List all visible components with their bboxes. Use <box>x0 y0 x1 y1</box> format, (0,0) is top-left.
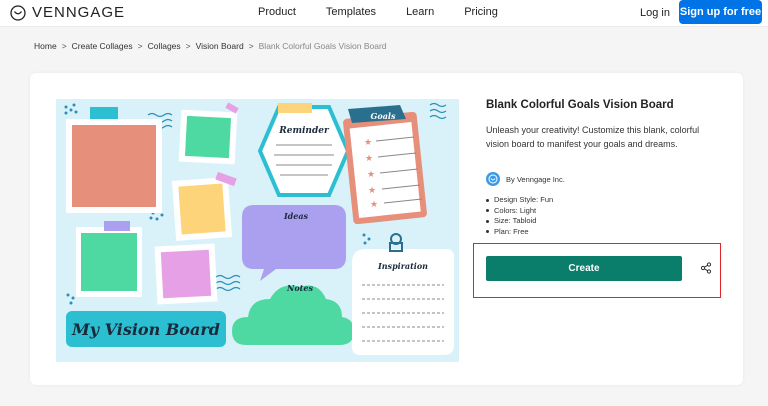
nav-product[interactable]: Product <box>258 6 296 18</box>
svg-text:★: ★ <box>370 199 378 209</box>
ideas-label: Ideas <box>283 211 309 221</box>
logo-text: VENNGAGE <box>32 4 126 21</box>
spec-plan: Plan: Free <box>486 227 553 238</box>
spec-colors: Colors: Light <box>486 206 553 217</box>
breadcrumb-home[interactable]: Home <box>34 41 57 51</box>
inspiration-label: Inspiration <box>377 261 428 271</box>
template-title: Blank Colorful Goals Vision Board <box>486 99 674 111</box>
template-specs: Design Style: Fun Colors: Light Size: Ta… <box>486 195 553 237</box>
author-avatar-icon <box>486 172 500 186</box>
breadcrumb-vision-board[interactable]: Vision Board <box>196 41 244 51</box>
vision-board-illustration: My Vision Board Reminder Goals ★ ★ ★ ★ ★ Ide… <box>56 99 459 362</box>
svg-text:★: ★ <box>365 153 373 163</box>
svg-text:★: ★ <box>368 185 376 195</box>
template-preview[interactable]: My Vision Board Reminder Goals ★ ★ ★ ★ ★ Ide… <box>56 99 459 362</box>
breadcrumb-collages[interactable]: Collages <box>148 41 181 51</box>
signup-button[interactable]: Sign up for free <box>679 0 762 24</box>
template-author[interactable]: By Venngage Inc. <box>486 172 565 186</box>
top-header: VENNGAGE Product Templates Learn Pricing… <box>0 0 768 27</box>
breadcrumb: Home > Create Collages > Collages > Visi… <box>34 41 387 51</box>
nav-pricing[interactable]: Pricing <box>464 6 498 18</box>
template-description: Unleash your creativity! Customize this … <box>486 125 700 149</box>
create-button[interactable]: Create <box>486 256 682 281</box>
spec-design-style: Design Style: Fun <box>486 195 553 206</box>
author-name: By Venngage Inc. <box>506 174 565 184</box>
nav-learn[interactable]: Learn <box>406 6 434 18</box>
breadcrumb-separator: > <box>137 41 143 51</box>
svg-text:★: ★ <box>364 137 372 147</box>
breadcrumb-create-collages[interactable]: Create Collages <box>72 41 133 51</box>
logo-icon <box>10 4 26 21</box>
breadcrumb-separator: > <box>248 41 254 51</box>
venngage-logo[interactable]: VENNGAGE <box>10 4 125 21</box>
goals-label: Goals <box>371 111 396 121</box>
svg-text:★: ★ <box>367 169 375 179</box>
nav-templates[interactable]: Templates <box>326 6 376 18</box>
login-link[interactable]: Log in <box>640 7 670 19</box>
breadcrumb-separator: > <box>61 41 67 51</box>
notes-label: Notes <box>286 283 313 293</box>
breadcrumb-current: Blank Colorful Goals Vision Board <box>258 41 387 51</box>
main-nav: Product Templates Learn Pricing <box>258 6 528 18</box>
spec-size: Size: Tabloid <box>486 216 553 227</box>
breadcrumb-separator: > <box>185 41 191 51</box>
board-title: My Vision Board <box>71 320 220 339</box>
share-icon[interactable] <box>700 262 712 274</box>
reminder-label: Reminder <box>278 126 330 136</box>
